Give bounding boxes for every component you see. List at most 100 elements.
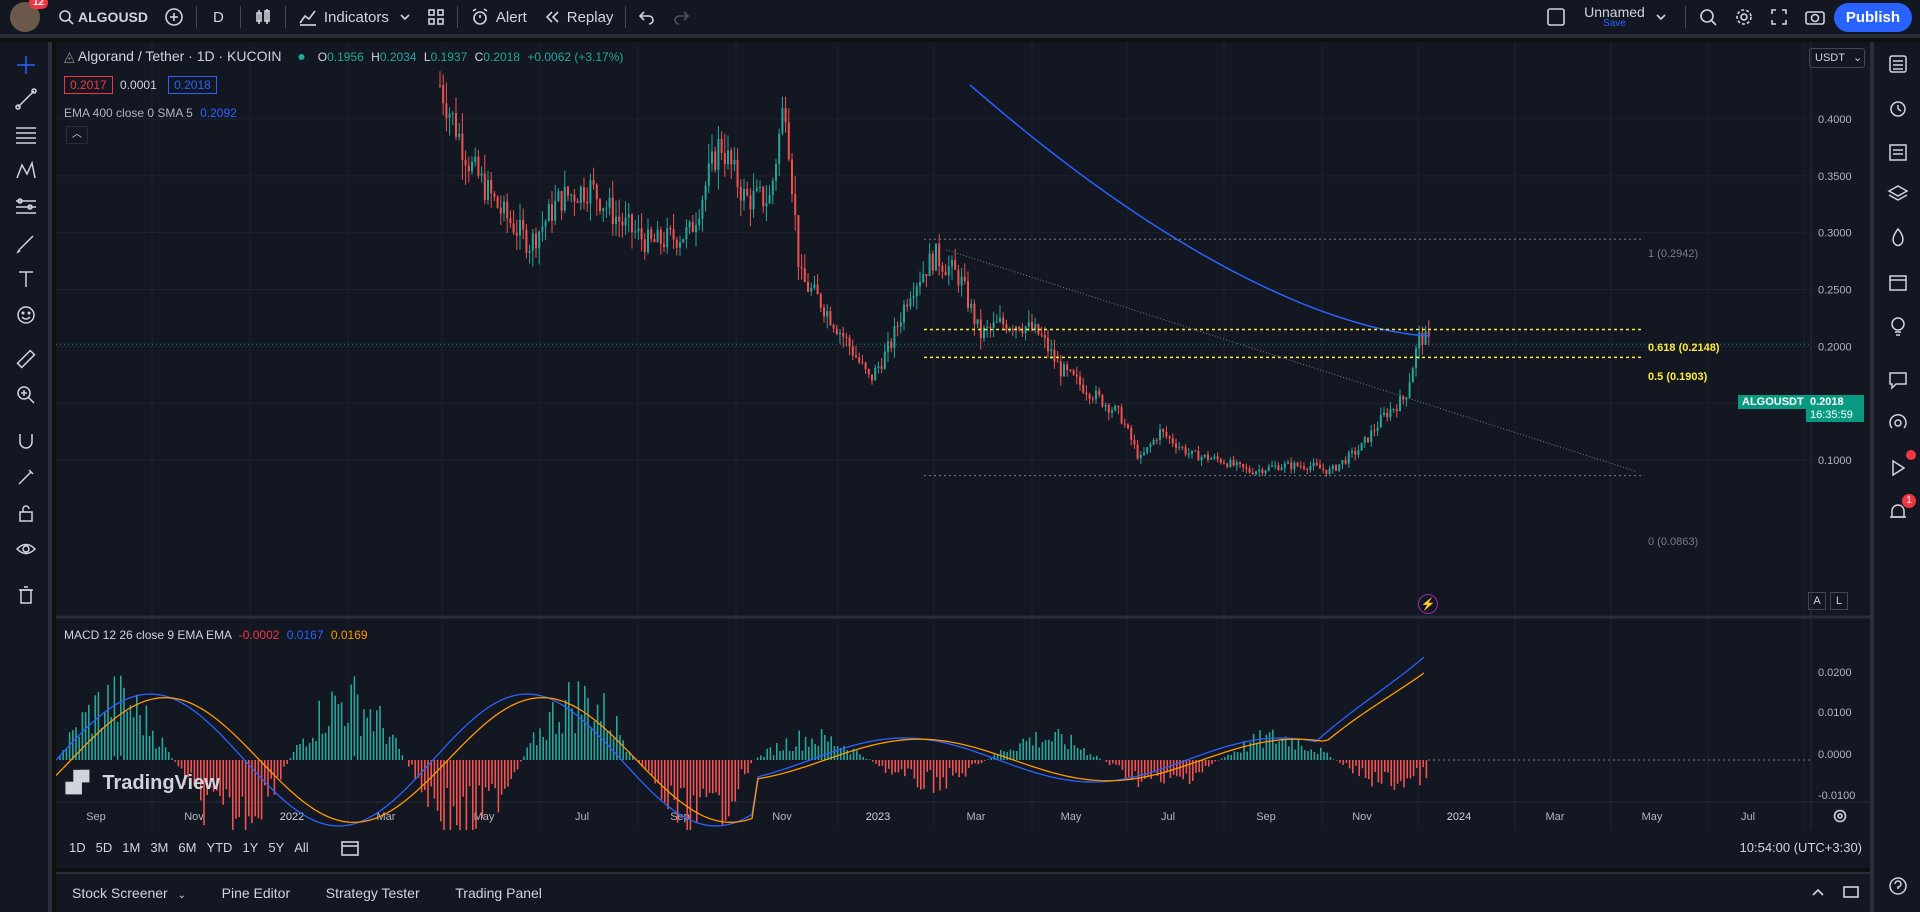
fullscreen-button[interactable] bbox=[1762, 0, 1796, 36]
macd-bar bbox=[171, 758, 173, 760]
goto-date-button[interactable] bbox=[340, 839, 360, 860]
quick-search-button[interactable] bbox=[1690, 0, 1726, 36]
symbol-search[interactable]: ALGOUSD bbox=[50, 0, 156, 36]
magic-search-icon bbox=[1698, 7, 1718, 27]
macd-bar bbox=[500, 760, 503, 795]
macd-bar bbox=[292, 751, 295, 760]
alerts-clock-icon[interactable] bbox=[1884, 94, 1912, 122]
candle-body bbox=[1101, 395, 1104, 407]
layers-icon[interactable] bbox=[1884, 180, 1912, 208]
candle-body bbox=[810, 287, 813, 292]
tab-stock-screener[interactable]: Stock Screener ⌄ bbox=[56, 874, 202, 912]
collapse-panel-button[interactable] bbox=[1810, 884, 1826, 903]
candle-body bbox=[611, 197, 614, 225]
bid-price-button[interactable]: 0.2017 bbox=[64, 76, 113, 94]
timeframe-5d[interactable]: 5D bbox=[91, 830, 118, 866]
alert-button[interactable]: Alert bbox=[462, 0, 535, 36]
timeframe-1d[interactable]: 1D bbox=[64, 830, 91, 866]
hotlist-flame-icon[interactable] bbox=[1884, 224, 1912, 252]
trendline-icon[interactable] bbox=[13, 86, 39, 112]
crosshair-icon[interactable] bbox=[13, 52, 39, 78]
watchlist-icon[interactable] bbox=[1884, 50, 1912, 78]
stay-drawing-icon[interactable] bbox=[13, 464, 39, 490]
tab-trading-panel[interactable]: Trading Panel bbox=[439, 874, 558, 912]
publish-button[interactable]: Publish bbox=[1833, 2, 1912, 32]
replay-play-icon[interactable] bbox=[1884, 450, 1916, 482]
notifications-bell-icon[interactable]: 1 bbox=[1884, 494, 1916, 526]
multi-chart-layout-button[interactable] bbox=[1538, 0, 1574, 36]
ema-legend[interactable]: EMA 400 close 0 SMA 5 0.2092 bbox=[64, 106, 237, 120]
templates-button[interactable] bbox=[419, 0, 453, 36]
candle-body bbox=[1191, 450, 1193, 454]
redo-button[interactable] bbox=[664, 0, 698, 36]
user-avatar[interactable]: 12 bbox=[10, 0, 48, 32]
tradingview-watermark[interactable]: ▟▘ TradingView bbox=[66, 770, 220, 795]
candle-body bbox=[688, 221, 691, 228]
candle-body bbox=[1072, 370, 1075, 375]
emoji-icon[interactable] bbox=[13, 302, 39, 328]
ideas-bulb-icon[interactable] bbox=[1884, 312, 1912, 340]
indicators-button[interactable]: Indicators bbox=[290, 0, 419, 36]
timeframe-5y[interactable]: 5Y bbox=[263, 830, 289, 866]
magnet-icon[interactable] bbox=[13, 428, 39, 454]
calendar-icon[interactable] bbox=[1884, 268, 1912, 296]
timeframe-1m[interactable]: 1M bbox=[117, 830, 145, 866]
clock-timezone[interactable]: 10:54:00 (UTC+3:30) bbox=[1740, 830, 1862, 866]
chart-canvas[interactable]: 0.40000.35000.30000.25000.20000.15000.10… bbox=[56, 42, 1870, 868]
collapse-legend-button[interactable]: ︿ bbox=[66, 126, 88, 144]
timeframe-6m[interactable]: 6M bbox=[173, 830, 201, 866]
legend-title[interactable]: Algorand / Tether · 1D · KUCOIN bbox=[78, 48, 282, 64]
interval-button[interactable]: D bbox=[201, 0, 236, 36]
candle-body bbox=[1207, 454, 1209, 460]
timeframe-3m[interactable]: 3M bbox=[145, 830, 173, 866]
macd-bar bbox=[356, 694, 359, 760]
layout-name-button[interactable]: Unnamed Save bbox=[1574, 0, 1655, 36]
eye-icon[interactable] bbox=[13, 536, 39, 562]
ruler-icon[interactable] bbox=[13, 346, 39, 372]
chart-pane[interactable]: 0.40000.35000.30000.25000.20000.15000.10… bbox=[56, 42, 1870, 868]
tab-strategy-tester[interactable]: Strategy Tester bbox=[310, 874, 436, 912]
timeframe-ytd[interactable]: YTD bbox=[201, 830, 237, 866]
maximize-panel-button[interactable] bbox=[1842, 884, 1860, 903]
pattern-icon[interactable] bbox=[13, 158, 39, 184]
auto-scale-button[interactable]: A bbox=[1808, 592, 1826, 610]
prediction-icon[interactable] bbox=[13, 194, 39, 220]
streams-icon[interactable] bbox=[1884, 410, 1912, 438]
macd-bar bbox=[88, 704, 90, 760]
log-scale-button[interactable]: L bbox=[1830, 592, 1848, 610]
zoom-in-icon[interactable] bbox=[13, 382, 39, 408]
candles-icon bbox=[253, 7, 273, 27]
fib-retracement-icon[interactable] bbox=[13, 122, 39, 148]
brush-icon[interactable] bbox=[13, 230, 39, 256]
candle-body bbox=[1219, 459, 1222, 463]
chevron-down-icon[interactable] bbox=[1655, 11, 1667, 23]
macd-bar bbox=[161, 737, 164, 760]
data-window-icon[interactable] bbox=[1884, 138, 1912, 166]
snapshot-button[interactable] bbox=[1796, 0, 1834, 36]
macd-bar bbox=[680, 760, 682, 789]
chart-type-button[interactable] bbox=[245, 0, 281, 36]
chat-icon[interactable] bbox=[1884, 366, 1912, 394]
undo-button[interactable] bbox=[630, 0, 664, 36]
timeframe-all[interactable]: All bbox=[289, 830, 313, 866]
ask-price-button[interactable]: 0.2018 bbox=[168, 76, 217, 94]
text-tool-icon[interactable] bbox=[13, 266, 39, 292]
tab-pine-editor[interactable]: Pine Editor bbox=[206, 874, 306, 912]
candle-body bbox=[592, 180, 595, 185]
lightning-event-icon[interactable]: ⚡ bbox=[1418, 594, 1438, 614]
lock-icon[interactable] bbox=[13, 500, 39, 526]
macd-legend[interactable]: MACD 12 26 close 9 EMA EMA -0.0002 0.016… bbox=[64, 628, 368, 642]
help-icon[interactable] bbox=[1884, 872, 1912, 900]
timeframe-1y[interactable]: 1Y bbox=[237, 830, 263, 866]
currency-select[interactable]: USDT ⌄ bbox=[1809, 48, 1865, 68]
macd-bar bbox=[785, 738, 788, 760]
candle-body bbox=[896, 326, 899, 328]
macd-bar bbox=[1297, 738, 1300, 760]
trash-icon[interactable] bbox=[13, 582, 39, 608]
candle-body bbox=[551, 204, 553, 221]
candle-body bbox=[1127, 424, 1129, 428]
replay-button[interactable]: Replay bbox=[535, 0, 622, 36]
scale-settings-button[interactable] bbox=[1832, 808, 1848, 827]
settings-button[interactable] bbox=[1726, 0, 1762, 36]
compare-symbol-button[interactable] bbox=[156, 0, 192, 36]
